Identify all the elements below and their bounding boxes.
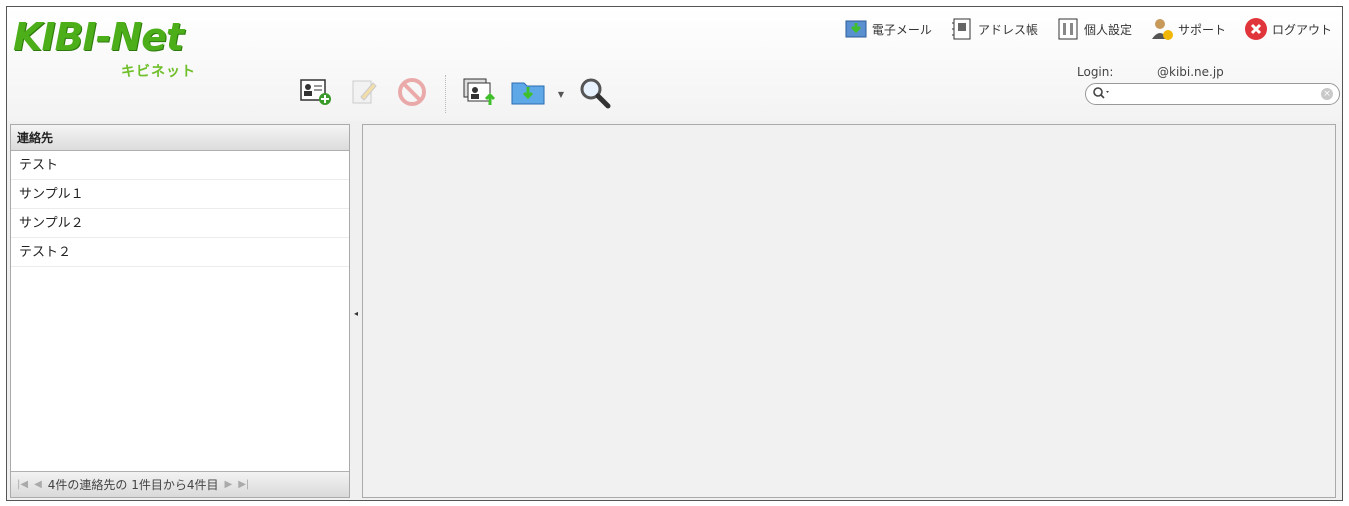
next-page-icon[interactable]: ▶ xyxy=(225,479,233,490)
edit-contact-icon xyxy=(349,77,379,111)
mail-download-icon xyxy=(844,17,868,41)
nav-address-book-label: アドレス帳 xyxy=(977,22,1038,37)
delete-contact-icon xyxy=(397,77,427,111)
toolbar-separator xyxy=(445,75,447,113)
first-page-icon[interactable]: |◀ xyxy=(17,479,28,490)
contact-list-item[interactable]: テスト xyxy=(11,151,349,180)
clear-search-icon[interactable]: × xyxy=(1321,88,1333,100)
prev-page-icon[interactable]: ◀ xyxy=(34,479,42,490)
search-input[interactable] xyxy=(1114,84,1321,104)
nav-email-label: 電子メール xyxy=(871,22,932,37)
chevron-down-icon[interactable]: ▼ xyxy=(557,75,565,113)
panel-splitter[interactable]: ◂ xyxy=(352,124,360,498)
login-label: Login: xyxy=(1077,65,1114,79)
add-contact-icon xyxy=(299,77,333,111)
contact-list-item[interactable]: テスト２ xyxy=(11,238,349,267)
quick-search[interactable]: × xyxy=(1085,83,1340,105)
top-navigation: 電子メール アドレス帳 個人設定 サポート ログアウト xyxy=(844,15,1332,43)
logo-sub-text: キビネット xyxy=(121,64,196,80)
nav-personal-settings[interactable]: 個人設定 xyxy=(1056,17,1132,41)
pager-status: 4件の連絡先の 1件目から4件目 xyxy=(47,478,219,492)
last-page-icon[interactable]: ▶| xyxy=(238,479,249,490)
pager: |◀ ◀ 4件の連絡先の 1件目から4件目 ▶ ▶| xyxy=(11,471,349,497)
search-options-icon[interactable] xyxy=(1092,86,1114,103)
contact-detail-panel xyxy=(362,124,1336,498)
nav-personal-settings-label: 個人設定 xyxy=(1083,22,1132,37)
address-book-icon xyxy=(950,17,974,41)
search-magnifier-icon xyxy=(577,75,611,113)
edit-contact-button[interactable] xyxy=(345,75,383,113)
contact-list-panel: 連絡先 テスト サンプル１ サンプル２ テスト２ |◀ ◀ 4件の連絡先の 1件… xyxy=(10,124,350,498)
import-contacts-icon xyxy=(510,77,546,111)
nav-address-book[interactable]: アドレス帳 xyxy=(950,17,1038,41)
logo-main-text: KIBI-Net xyxy=(13,15,184,59)
toolbar: ▼ xyxy=(297,72,613,116)
logo[interactable]: KIBI-Net キビネット xyxy=(13,13,213,83)
nav-logout[interactable]: ログアウト xyxy=(1244,17,1332,41)
login-value: @kibi.ne.jp xyxy=(1157,65,1224,79)
contact-list-header: 連絡先 xyxy=(11,125,349,151)
logout-x-icon xyxy=(1244,17,1268,41)
nav-support[interactable]: サポート xyxy=(1150,17,1226,41)
settings-panel-icon xyxy=(1056,17,1080,41)
add-contact-button[interactable] xyxy=(297,75,335,113)
contact-list-item[interactable]: サンプル２ xyxy=(11,209,349,238)
splitter-handle-icon[interactable]: ◂ xyxy=(354,309,358,318)
support-person-icon xyxy=(1150,17,1174,41)
import-contacts-button[interactable] xyxy=(509,75,547,113)
header: KIBI-Net キビネット 電子メール アドレス帳 個人設定 サポート ログア… xyxy=(7,7,1342,121)
contact-list-item[interactable]: サンプル１ xyxy=(11,180,349,209)
search-contacts-button[interactable] xyxy=(575,75,613,113)
nav-support-label: サポート xyxy=(1177,22,1226,37)
export-contacts-icon xyxy=(462,77,498,111)
nav-logout-label: ログアウト xyxy=(1271,22,1332,37)
nav-email[interactable]: 電子メール xyxy=(844,17,932,41)
delete-contact-button[interactable] xyxy=(393,75,431,113)
app-frame: KIBI-Net キビネット 電子メール アドレス帳 個人設定 サポート ログア… xyxy=(6,6,1343,501)
export-contacts-button[interactable] xyxy=(461,75,499,113)
